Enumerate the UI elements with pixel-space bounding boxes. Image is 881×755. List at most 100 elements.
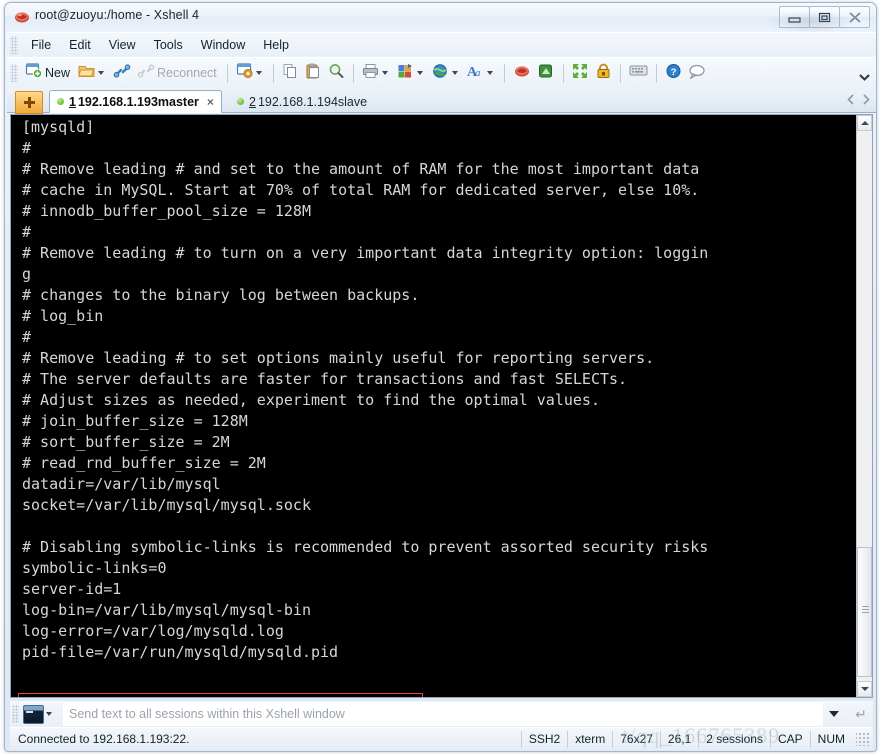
- layout-button[interactable]: [394, 61, 429, 86]
- toolbar-separator: [272, 63, 274, 83]
- chevron-down-icon[interactable]: [829, 711, 839, 717]
- terminal-screen[interactable]: [mysqld] # # Remove leading # and set to…: [11, 115, 856, 697]
- restore-button[interactable]: [809, 6, 840, 28]
- keyboard-icon: [629, 63, 648, 83]
- properties-dropdown-caret[interactable]: [255, 71, 262, 75]
- terminal-line: # Remove leading # and set to the amount…: [22, 160, 700, 178]
- menu-drag-grip[interactable]: [10, 35, 18, 54]
- chevron-left-icon[interactable]: [847, 94, 854, 107]
- new-tab-button[interactable]: [15, 91, 43, 114]
- window-resize-grip[interactable]: [856, 732, 870, 746]
- link-icon: [113, 63, 131, 84]
- help-button[interactable]: ?: [662, 61, 685, 86]
- open-folder-icon: [78, 63, 96, 84]
- tab-2-number: 2: [249, 94, 256, 109]
- paste-button[interactable]: [302, 61, 325, 86]
- menu-tools[interactable]: Tools: [145, 35, 192, 55]
- terminal-line: pid-file=/var/run/mysqld/mysqld.pid: [22, 643, 339, 661]
- terminal-line: # Remove leading # to set options mainly…: [22, 349, 655, 367]
- fullscreen-button[interactable]: [569, 61, 592, 86]
- plus-icon: [23, 97, 35, 108]
- menu-help[interactable]: Help: [254, 35, 298, 55]
- toolbar-overflow-button[interactable]: [859, 68, 870, 86]
- terminal-line: log-error=/var/log/mysqld.log: [22, 622, 284, 640]
- window-frame: root@zuoyu:/home - Xshell 4 File Edit Vi…: [4, 2, 877, 752]
- print-dropdown-caret[interactable]: [381, 71, 388, 75]
- menu-window[interactable]: Window: [192, 35, 254, 55]
- globe-button[interactable]: [429, 61, 464, 86]
- scrollbar-grip: [862, 606, 869, 615]
- terminal-line: # sort_buffer_size = 2M: [22, 433, 230, 451]
- globe-dropdown-caret[interactable]: [451, 71, 458, 75]
- terminal-line: #: [22, 139, 32, 157]
- copy-icon: [282, 63, 299, 84]
- toolbar-separator: [655, 63, 657, 83]
- scroll-down-icon[interactable]: [857, 681, 872, 697]
- paste-icon: [305, 63, 322, 84]
- find-button[interactable]: [325, 61, 348, 86]
- new-session-label: New: [45, 66, 71, 80]
- terminal-area: [mysqld] # # Remove leading # and set to…: [10, 114, 873, 698]
- scroll-up-icon[interactable]: [857, 115, 872, 131]
- toolbar-separator: [619, 63, 621, 83]
- send-text-input[interactable]: [63, 702, 823, 726]
- keyboard-button[interactable]: [626, 61, 651, 86]
- terminal-line: # changes to the binary log between back…: [22, 286, 420, 304]
- help-icon: ?: [665, 63, 682, 84]
- tab-1-number: 1: [69, 94, 76, 109]
- chat-button[interactable]: [685, 61, 709, 86]
- magnifier-icon: [328, 63, 345, 84]
- layout-dropdown-caret[interactable]: [416, 71, 423, 75]
- status-protocol: SSH2: [520, 730, 567, 748]
- tab-1-close-icon[interactable]: ×: [207, 95, 214, 109]
- toolbar-drag-grip[interactable]: [10, 64, 18, 82]
- toolbar-separator: [562, 63, 564, 83]
- toolbar-separator: [503, 63, 505, 83]
- terminal-line: g: [22, 265, 32, 283]
- send-to-sessions-icon[interactable]: [23, 704, 44, 724]
- terminal-scrollbar[interactable]: [856, 115, 872, 697]
- fullscreen-icon: [572, 63, 589, 84]
- menu-edit[interactable]: Edit: [60, 35, 100, 55]
- connect-button[interactable]: [110, 61, 134, 86]
- tab-session-1[interactable]: 1 192.168.1.193master ×: [49, 90, 222, 113]
- send-target-caret[interactable]: [46, 712, 52, 716]
- menu-bar: File Edit View Tools Window Help: [7, 32, 876, 56]
- tab-1-label: 192.168.1.193master: [77, 94, 199, 109]
- menu-file[interactable]: File: [22, 35, 60, 55]
- chevron-right-icon[interactable]: [863, 94, 870, 107]
- font-dropdown-caret[interactable]: [486, 71, 493, 75]
- new-session-icon: [25, 62, 43, 84]
- xftp-button[interactable]: [534, 61, 558, 86]
- close-button[interactable]: [839, 6, 870, 28]
- window-controls: [779, 6, 870, 28]
- open-session-button[interactable]: [75, 61, 110, 86]
- copy-button[interactable]: [279, 61, 302, 86]
- enter-arrow-icon[interactable]: ↵: [849, 706, 873, 723]
- toolbar-separator: [352, 63, 354, 83]
- menu-view[interactable]: View: [100, 35, 145, 55]
- title-bar: root@zuoyu:/home - Xshell 4: [5, 3, 876, 33]
- terminal-line: symbolic-links=0: [22, 559, 167, 577]
- status-bar: Connected to 192.168.1.193:22. SSH2 xter…: [10, 727, 873, 750]
- terminal-line: # The server defaults are faster for tra…: [22, 370, 628, 388]
- sendbar-drag-grip[interactable]: [12, 705, 19, 723]
- terminal-line: datadir=/var/lib/mysql: [22, 475, 221, 493]
- font-button[interactable]: A a: [464, 61, 499, 86]
- tab-scroll-controls: [847, 94, 870, 107]
- terminal-line: # log_bin: [22, 307, 104, 325]
- new-session-button[interactable]: New: [22, 61, 75, 86]
- broken-link-icon: [137, 63, 155, 84]
- minimize-button[interactable]: [779, 6, 810, 28]
- print-button[interactable]: [359, 61, 394, 86]
- lock-button[interactable]: [592, 61, 615, 86]
- terminal-line: # innodb_buffer_pool_size = 128M: [22, 202, 311, 220]
- session-properties-button[interactable]: [233, 61, 268, 86]
- status-terminal-type: xterm: [567, 730, 612, 748]
- open-dropdown-caret[interactable]: [98, 71, 105, 75]
- scrollbar-thumb[interactable]: [857, 547, 872, 677]
- globe-icon: [432, 63, 450, 84]
- xshell-button[interactable]: [510, 61, 534, 86]
- tab-session-2[interactable]: 2 192.168.1.194slave: [230, 90, 374, 113]
- xftp-icon: [537, 63, 555, 84]
